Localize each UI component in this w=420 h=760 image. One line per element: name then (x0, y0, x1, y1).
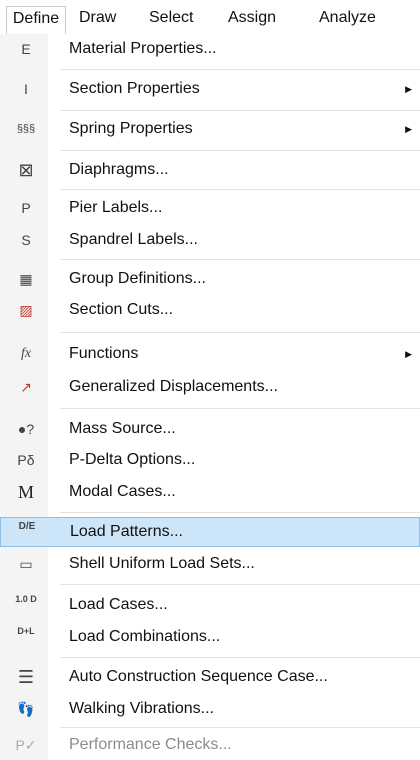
menu-item-auto-construction-sequence[interactable]: ☰ Auto Construction Sequence Case... (0, 663, 420, 691)
separator (60, 584, 420, 585)
menu-item-modal-cases[interactable]: M Modal Cases... (0, 478, 420, 506)
menu-item-label: Walking Vibrations... (69, 700, 214, 717)
define-dropdown-menu: E Material Properties... I Section Prope… (0, 34, 420, 760)
section-properties-icon: I (24, 81, 28, 97)
submenu-arrow-icon: ▶ (405, 84, 412, 94)
menu-item-label: Spring Properties (69, 120, 193, 137)
shell-load-sets-icon: ▭ (19, 556, 33, 572)
menu-item-label: Functions (69, 345, 139, 362)
menu-item-functions[interactable]: fx Functions ▶ (0, 340, 420, 368)
submenu-arrow-icon: ▶ (405, 124, 412, 134)
menu-item-mass-source[interactable]: ●? Mass Source... (0, 415, 420, 443)
load-combinations-icon: D+L (17, 626, 35, 636)
menu-select[interactable]: Select (149, 8, 193, 28)
menu-item-load-patterns[interactable]: D/E Load Patterns... (0, 517, 420, 547)
spring-properties-icon: §§§ (16, 123, 36, 135)
menu-item-label: Section Cuts... (69, 301, 174, 318)
menu-item-label: Section Properties (69, 80, 200, 97)
separator (60, 512, 420, 513)
separator (60, 150, 420, 151)
functions-icon: fx (20, 346, 32, 361)
pier-labels-icon: P (21, 200, 31, 216)
menu-item-generalized-displacements[interactable]: ↗ Generalized Displacements... (0, 373, 420, 401)
separator (60, 408, 420, 409)
group-definitions-icon: ▦ (19, 271, 33, 287)
menu-item-spandrel-labels[interactable]: S Spandrel Labels... (0, 226, 420, 254)
menu-item-label: Material Properties... (69, 40, 217, 57)
menu-draw[interactable]: Draw (79, 8, 116, 28)
menu-item-spring-properties[interactable]: §§§ Spring Properties ▶ (0, 115, 420, 143)
menu-item-label: Modal Cases... (69, 483, 176, 500)
menu-assign[interactable]: Assign (228, 8, 276, 28)
menu-item-label: Performance Checks... (69, 736, 232, 753)
diaphragm-icon: ⊠ (18, 160, 34, 180)
menu-bar: Define Draw Select Assign Analyze (0, 0, 420, 34)
menu-item-label: Load Combinations... (69, 628, 221, 645)
separator (60, 332, 420, 333)
menu-item-label: Diaphragms... (69, 161, 169, 178)
menu-item-walking-vibrations[interactable]: 👣 Walking Vibrations... (0, 695, 420, 723)
separator (60, 657, 420, 658)
menu-item-shell-uniform-load-sets[interactable]: ▭ Shell Uniform Load Sets... (0, 550, 420, 578)
separator (60, 189, 420, 190)
menu-define[interactable]: Define (6, 6, 66, 34)
load-patterns-icon: D/E (18, 521, 36, 532)
load-cases-icon: 1.0 D (15, 594, 37, 604)
menu-item-p-delta-options[interactable]: Pδ P-Delta Options... (0, 446, 420, 474)
menu-item-load-combinations[interactable]: D+L Load Combinations... (0, 623, 420, 651)
separator (60, 110, 420, 111)
walking-vibrations-icon: 👣 (17, 701, 35, 717)
menu-item-label: Load Patterns... (70, 523, 183, 540)
menu-item-label: Load Cases... (69, 596, 168, 613)
construction-sequence-icon: ☰ (17, 667, 35, 687)
generalized-displacements-icon: ↗ (20, 379, 32, 395)
separator (60, 69, 420, 70)
menu-item-diaphragms[interactable]: ⊠ Diaphragms... (0, 156, 420, 184)
menu-item-pier-labels[interactable]: P Pier Labels... (0, 194, 420, 222)
menu-item-label: P-Delta Options... (69, 451, 196, 468)
p-delta-icon: Pδ (17, 452, 35, 468)
menu-item-label: Mass Source... (69, 420, 176, 437)
menu-item-section-cuts[interactable]: ▨ Section Cuts... (0, 296, 420, 324)
separator (60, 259, 420, 260)
menu-item-group-definitions[interactable]: ▦ Group Definitions... (0, 265, 420, 293)
menu-item-load-cases[interactable]: 1.0 D Load Cases... (0, 591, 420, 619)
menu-item-label: Spandrel Labels... (69, 231, 198, 248)
menu-item-performance-checks[interactable]: P✓ Performance Checks... (0, 731, 420, 759)
section-cuts-icon: ▨ (19, 302, 33, 318)
separator (60, 727, 420, 728)
menu-item-label: Generalized Displacements... (69, 378, 278, 395)
modal-cases-icon: M (17, 482, 34, 502)
performance-checks-icon: P✓ (15, 737, 37, 753)
menu-item-label: Auto Construction Sequence Case... (69, 668, 328, 685)
menu-item-label: Group Definitions... (69, 270, 206, 287)
menu-item-label: Shell Uniform Load Sets... (69, 555, 255, 572)
menu-item-material-properties[interactable]: E Material Properties... (0, 36, 420, 62)
menu-item-label: Pier Labels... (69, 199, 163, 216)
menu-item-section-properties[interactable]: I Section Properties ▶ (0, 75, 420, 103)
spandrel-labels-icon: S (21, 232, 31, 248)
mass-source-icon: ●? (17, 421, 35, 437)
menu-analyze[interactable]: Analyze (319, 8, 376, 28)
material-properties-icon: E (21, 41, 31, 57)
submenu-arrow-icon: ▶ (405, 349, 412, 359)
